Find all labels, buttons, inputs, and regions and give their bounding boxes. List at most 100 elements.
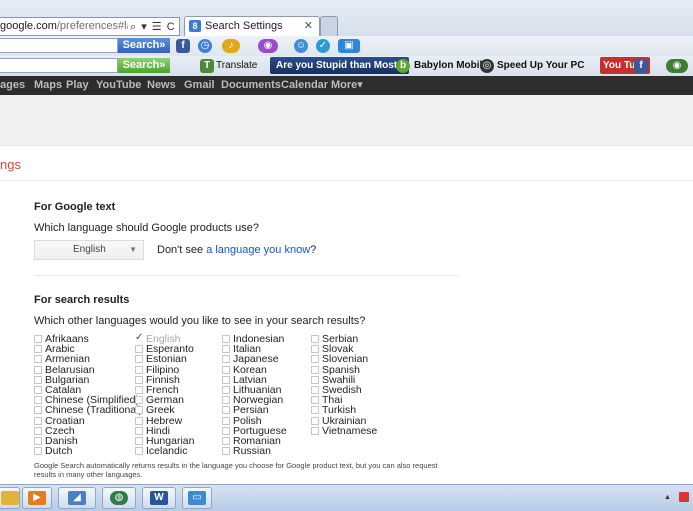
checkbox[interactable]: [135, 426, 143, 435]
checkbox[interactable]: [222, 375, 230, 384]
checkbox[interactable]: [34, 436, 42, 445]
checkbox[interactable]: [34, 416, 42, 425]
new-tab-button[interactable]: [320, 16, 338, 36]
shield-icon[interactable]: ✓: [316, 39, 330, 53]
checkbox[interactable]: [135, 355, 143, 364]
games-icon[interactable]: ◉: [258, 39, 278, 53]
nav-images[interactable]: ages: [0, 76, 25, 95]
checkbox[interactable]: [222, 436, 230, 445]
taskbar-word[interactable]: W: [142, 487, 176, 509]
checkbox[interactable]: [135, 365, 143, 374]
checkbox[interactable]: [311, 365, 319, 374]
checkbox[interactable]: [311, 396, 319, 405]
stupid-than-most-button[interactable]: Are you Stupid than Most?: [270, 57, 410, 74]
language-label: Icelandic: [146, 445, 188, 458]
close-tab-icon[interactable]: ✕: [304, 17, 313, 35]
checkbox[interactable]: [34, 375, 42, 384]
toolbar2-search-button[interactable]: Search»: [118, 58, 170, 73]
tab-search-settings[interactable]: 8 Search Settings ✕: [184, 16, 320, 36]
tv-icon[interactable]: ▣: [338, 39, 360, 53]
toolbar1-search-button[interactable]: Search»: [118, 38, 170, 53]
checkbox[interactable]: [311, 406, 319, 415]
nav-documents[interactable]: Documents: [221, 76, 281, 95]
language-option-vietnamese[interactable]: Vietnamese: [311, 425, 377, 436]
checkbox[interactable]: [34, 365, 42, 374]
checkbox[interactable]: [135, 436, 143, 445]
checkbox[interactable]: [135, 406, 143, 415]
checkbox[interactable]: [311, 345, 319, 354]
facebook-icon-2[interactable]: f: [634, 59, 648, 73]
address-domain: google.com: [0, 20, 57, 32]
address-bar[interactable]: google.com/preferences#language ⌕ ▾ ☰ C …: [0, 17, 180, 36]
checkbox[interactable]: [34, 426, 42, 435]
checkbox[interactable]: [311, 426, 319, 435]
checkbox[interactable]: [34, 396, 42, 405]
checkbox[interactable]: [34, 345, 42, 354]
toolbar2-search-input[interactable]: [0, 58, 118, 73]
checkbox[interactable]: [222, 345, 230, 354]
google-nav-bar: ages Maps Play YouTube News Gmail Docume…: [0, 76, 693, 95]
checkbox[interactable]: [311, 375, 319, 384]
nav-maps[interactable]: Maps: [34, 76, 62, 95]
language-option-swedish[interactable]: Swedish: [311, 385, 377, 395]
checkbox[interactable]: [135, 416, 143, 425]
checkbox[interactable]: [135, 345, 143, 354]
language-you-know-link[interactable]: a language you know: [206, 244, 310, 256]
alarm-icon[interactable]: ◷: [198, 39, 212, 53]
language-select-value: English: [73, 244, 106, 255]
music-icon[interactable]: ♪: [222, 39, 240, 53]
language-option-russian[interactable]: Russian: [222, 446, 287, 456]
checkbox[interactable]: [311, 335, 319, 343]
checkbox[interactable]: [222, 426, 230, 435]
checkbox[interactable]: [311, 385, 319, 394]
nav-more[interactable]: More▾: [331, 76, 363, 95]
checkbox[interactable]: [222, 335, 230, 343]
checkbox[interactable]: [222, 416, 230, 425]
checkbox[interactable]: [311, 355, 319, 364]
facebook-icon[interactable]: f: [176, 39, 190, 53]
checkbox[interactable]: [34, 447, 42, 456]
address-tools-icons[interactable]: ⌕ ▾ ☰ C ✕: [128, 19, 179, 35]
checkbox[interactable]: [222, 406, 230, 415]
taskbar-explorer[interactable]: [0, 487, 20, 509]
google-favicon-icon: 8: [189, 20, 201, 32]
checkbox[interactable]: [222, 355, 230, 364]
checkbox[interactable]: [135, 447, 143, 456]
tab-title: Search Settings: [205, 20, 283, 32]
translate-button[interactable]: Translate: [216, 57, 257, 74]
checkbox[interactable]: [34, 406, 42, 415]
nav-youtube[interactable]: YouTube: [96, 76, 141, 95]
speed-up-pc-button[interactable]: Speed Up Your PC: [497, 57, 584, 74]
nav-gmail[interactable]: Gmail: [184, 76, 215, 95]
taskbar-screenshot[interactable]: ▭: [182, 487, 212, 509]
checkbox[interactable]: [34, 385, 42, 394]
toolbar1-search-input[interactable]: [0, 38, 118, 53]
checkbox[interactable]: [222, 447, 230, 456]
checkbox[interactable]: [135, 385, 143, 394]
eye-icon[interactable]: ◉: [666, 59, 688, 73]
nav-calendar[interactable]: Calendar: [281, 76, 328, 95]
checkbox[interactable]: [222, 365, 230, 374]
nav-news[interactable]: News: [147, 76, 176, 95]
checkbox[interactable]: [135, 396, 143, 405]
chat-icon[interactable]: ☺: [294, 39, 308, 53]
checkbox[interactable]: [135, 375, 143, 384]
babylon-mobile-button[interactable]: Babylon Mobile: [414, 57, 488, 74]
checkbox[interactable]: [222, 396, 230, 405]
tray-show-hidden-icon[interactable]: ▲: [664, 494, 671, 501]
checkbox[interactable]: [311, 416, 319, 425]
globe-icon: ◍: [110, 491, 128, 505]
checkbox[interactable]: [222, 385, 230, 394]
checkbox[interactable]: [34, 355, 42, 364]
language-select[interactable]: English ▼: [34, 240, 144, 260]
checkbox[interactable]: [34, 335, 42, 343]
explorer-icon: [1, 491, 19, 505]
tray-flag-icon[interactable]: [679, 492, 689, 502]
taskbar-documents[interactable]: ◢: [58, 487, 96, 509]
language-option-dutch[interactable]: Dutch: [34, 446, 142, 456]
taskbar-globe[interactable]: ◍: [102, 487, 136, 509]
nav-play[interactable]: Play: [66, 76, 89, 95]
checkmark-icon[interactable]: ✓: [135, 333, 143, 343]
taskbar-media-player[interactable]: ▶: [22, 487, 52, 509]
language-option-icelandic[interactable]: Icelandic: [135, 446, 194, 456]
